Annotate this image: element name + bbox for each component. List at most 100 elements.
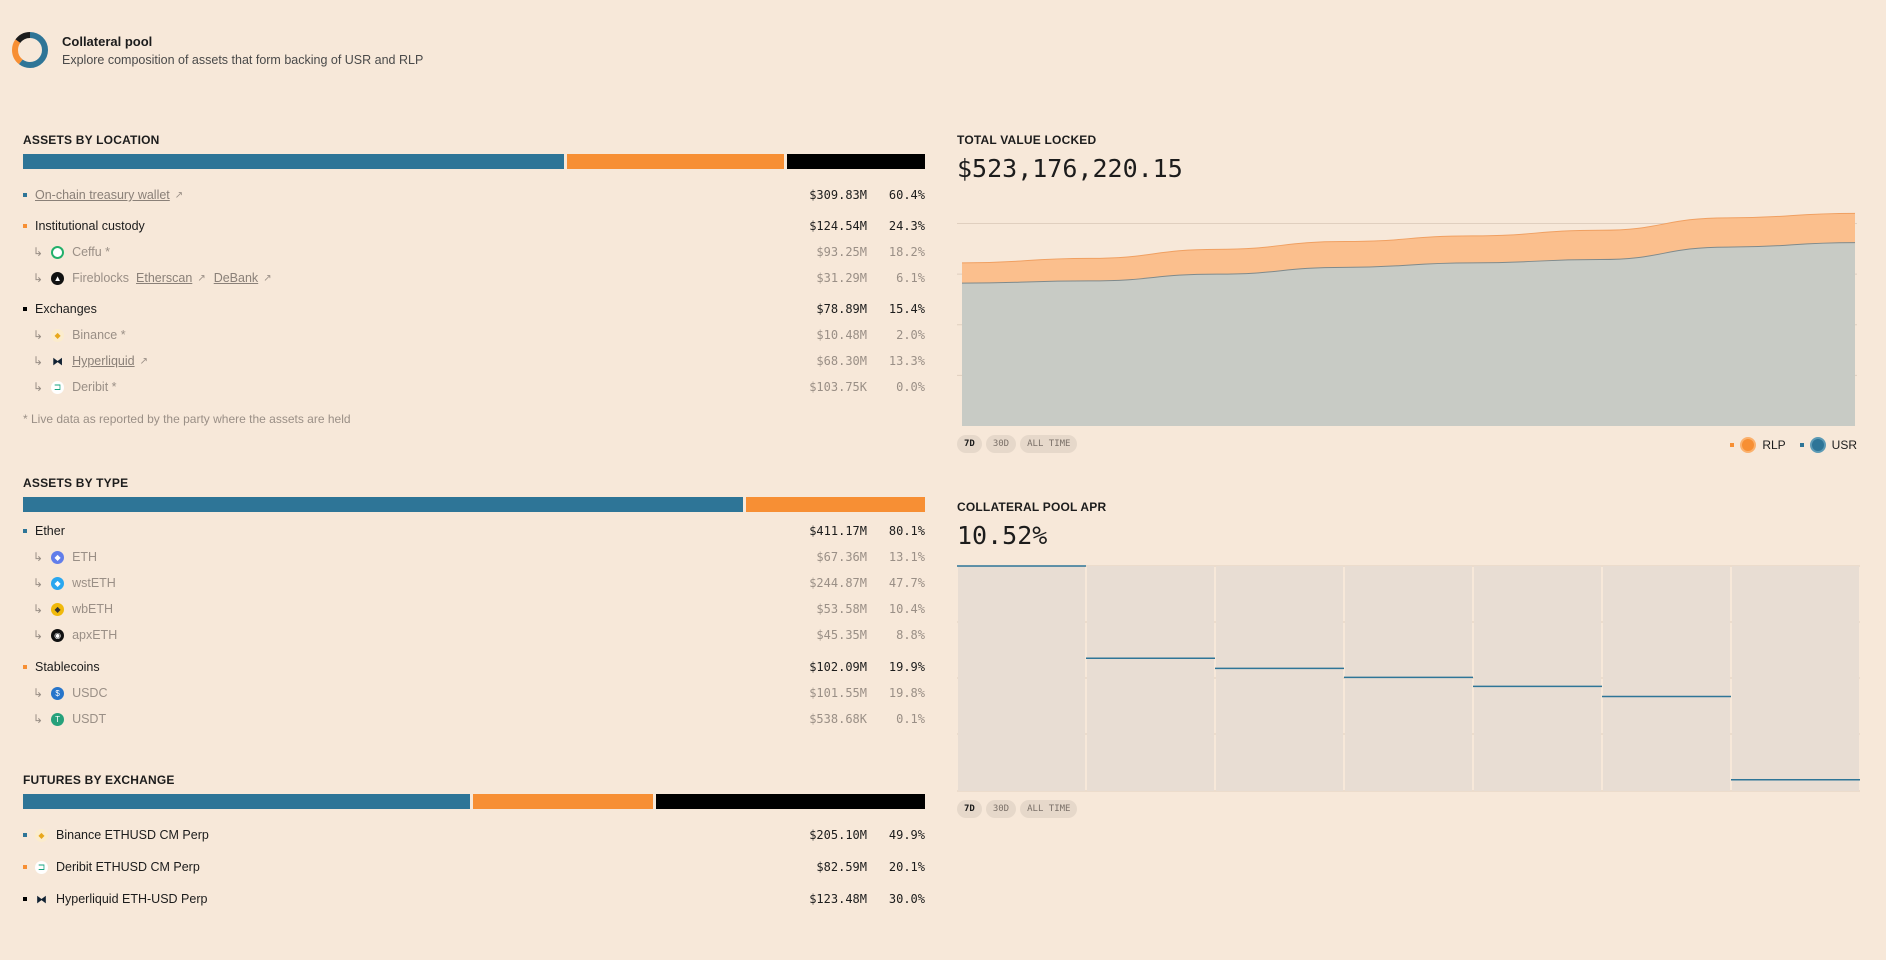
row-value: $78.89M [816,302,867,316]
row-value: $31.29M [816,271,867,285]
sub-arrow-icon: ↳ [33,354,44,368]
bar-segment-ether [23,497,744,512]
row-percent: 49.9% [888,828,925,842]
row-percent: 10.4% [888,602,925,616]
sub-arrow-icon: ↳ [33,271,44,285]
row-label: Deribit * [72,380,117,394]
row-label: USDT [72,712,107,726]
bar-segment-custody [566,154,785,169]
tvl-value: $523,176,220.15 [957,154,1183,183]
apr-step-column [1216,566,1343,791]
row-percent: 60.4% [888,188,925,202]
row-label: Exchanges [35,302,97,316]
list-item: ↳ ◉ apxETH $45.35M 8.8% [23,622,925,648]
hyperliquid-icon: ⧓ [36,893,47,906]
tvl-range-tabs: 7D 30D ALL TIME [957,435,1857,453]
row-label: Ether [35,524,65,538]
row-label: apxETH [72,628,118,642]
tab-all-time[interactable]: ALL TIME [1020,800,1078,818]
sub-arrow-icon: ↳ [33,380,44,394]
tab-7d[interactable]: 7D [957,800,982,818]
onchain-wallet-link[interactable]: On-chain treasury wallet [35,188,170,202]
row-percent: 8.8% [896,628,925,642]
row-label: Stablecoins [35,660,100,674]
list-item: ⊐ Deribit ETHUSD CM Perp $82.59M 20.1% [23,851,925,883]
tab-all-time[interactable]: ALL TIME [1020,435,1078,453]
hyperliquid-link[interactable]: Hyperliquid [72,354,135,368]
futures-by-exchange-section: FUTURES BY EXCHANGE ◆ Binance ETHUSD CM … [23,773,925,915]
apr-step-column [1087,566,1214,791]
tab-30d[interactable]: 30D [985,435,1017,453]
apr-value: 10.52% [957,521,1048,550]
list-item: ↳ ◆ ETH $67.36M 13.1% [23,544,925,570]
tab-30d[interactable]: 30D [985,800,1017,818]
debank-link[interactable]: DeBank [214,271,258,285]
assets-by-type-section: ASSETS BY TYPE Ether $411.17M 80.1% ↳ ◆ … [23,476,925,732]
tvl-legend: RLP USR [1730,437,1857,453]
live-data-footnote: * Live data as reported by the party whe… [23,412,351,426]
row-label: Hyperliquid ETH-USD Perp [56,892,208,906]
list-item: ↳ ◆ Binance * $10.48M 2.0% [23,322,925,348]
row-label: Deribit ETHUSD CM Perp [56,860,200,874]
row-percent: 47.7% [888,576,925,590]
external-link-icon[interactable]: ↗ [263,273,271,284]
list-item: Ether $411.17M 80.1% [23,518,925,544]
row-percent: 30.0% [888,892,925,906]
external-link-icon[interactable]: ↗ [197,273,205,284]
etherscan-link[interactable]: Etherscan [136,271,192,285]
row-value: $67.36M [816,550,867,564]
apxeth-icon: ◉ [51,628,65,642]
apr-step-column [1603,566,1730,791]
external-link-icon[interactable]: ↗ [140,356,148,367]
row-percent: 80.1% [888,524,925,538]
list-item: Stablecoins $102.09M 19.9% [23,654,925,680]
row-label: Binance * [72,328,126,342]
list-item: ↳ ⧓ Hyperliquid ↗ $68.30M 13.3% [23,348,925,374]
row-percent: 24.3% [888,219,925,233]
row-value: $411.17M [809,524,867,538]
location-share-bar [23,154,925,169]
row-percent: 2.0% [896,328,925,342]
blue-marker-icon [1799,443,1804,447]
sub-arrow-icon: ↳ [33,712,44,726]
row-value: $103.75K [809,380,867,394]
row-percent: 15.4% [888,302,925,316]
bar-segment-exchanges [787,154,925,169]
type-share-bar [23,497,925,512]
row-percent: 0.0% [896,380,925,394]
row-value: $205.10M [809,828,867,842]
row-value: $101.55M [809,686,867,700]
wsteth-icon: ◆ [51,576,65,590]
row-value: $123.48M [809,892,867,906]
list-item: ↳ ◆ wbETH $53.58M 10.4% [23,596,925,622]
section-title: COLLATERAL POOL APR [957,500,1107,514]
assets-by-location-section: ASSETS BY LOCATION On-chain treasury wal… [23,133,925,426]
external-link-icon[interactable]: ↗ [175,190,183,201]
rlp-coin-icon [1740,437,1757,453]
sub-arrow-icon: ↳ [33,245,44,259]
row-value: $309.83M [809,188,867,202]
sub-arrow-icon: ↳ [33,576,44,590]
sub-arrow-icon: ↳ [33,328,44,342]
list-item: ↳ T USDT $538.68K 0.1% [23,706,925,732]
wbeth-icon: ◆ [51,602,65,616]
row-label: wbETH [72,602,114,616]
page-header: Collateral pool Explore composition of a… [10,30,423,70]
row-value: $538.68K [809,712,867,726]
collateral-donut-icon [12,32,48,68]
list-item: On-chain treasury wallet ↗ $309.83M 60.4… [23,182,925,208]
apr-step-column [1345,566,1472,791]
bar-segment-binance [23,794,471,809]
tab-7d[interactable]: 7D [957,435,982,453]
row-label: Institutional custody [35,219,145,233]
bar-segment-stablecoins [746,497,925,512]
blue-marker-icon [23,529,27,533]
row-percent: 13.1% [888,550,925,564]
ceffu-icon [51,245,65,259]
legend-rlp: RLP [1762,438,1786,452]
black-marker-icon [23,307,27,311]
row-label: Binance ETHUSD CM Perp [56,828,209,842]
row-label: Fireblocks [72,271,130,285]
list-item: ◆ Binance ETHUSD CM Perp $205.10M 49.9% [23,819,925,851]
usdt-icon: T [51,712,65,726]
